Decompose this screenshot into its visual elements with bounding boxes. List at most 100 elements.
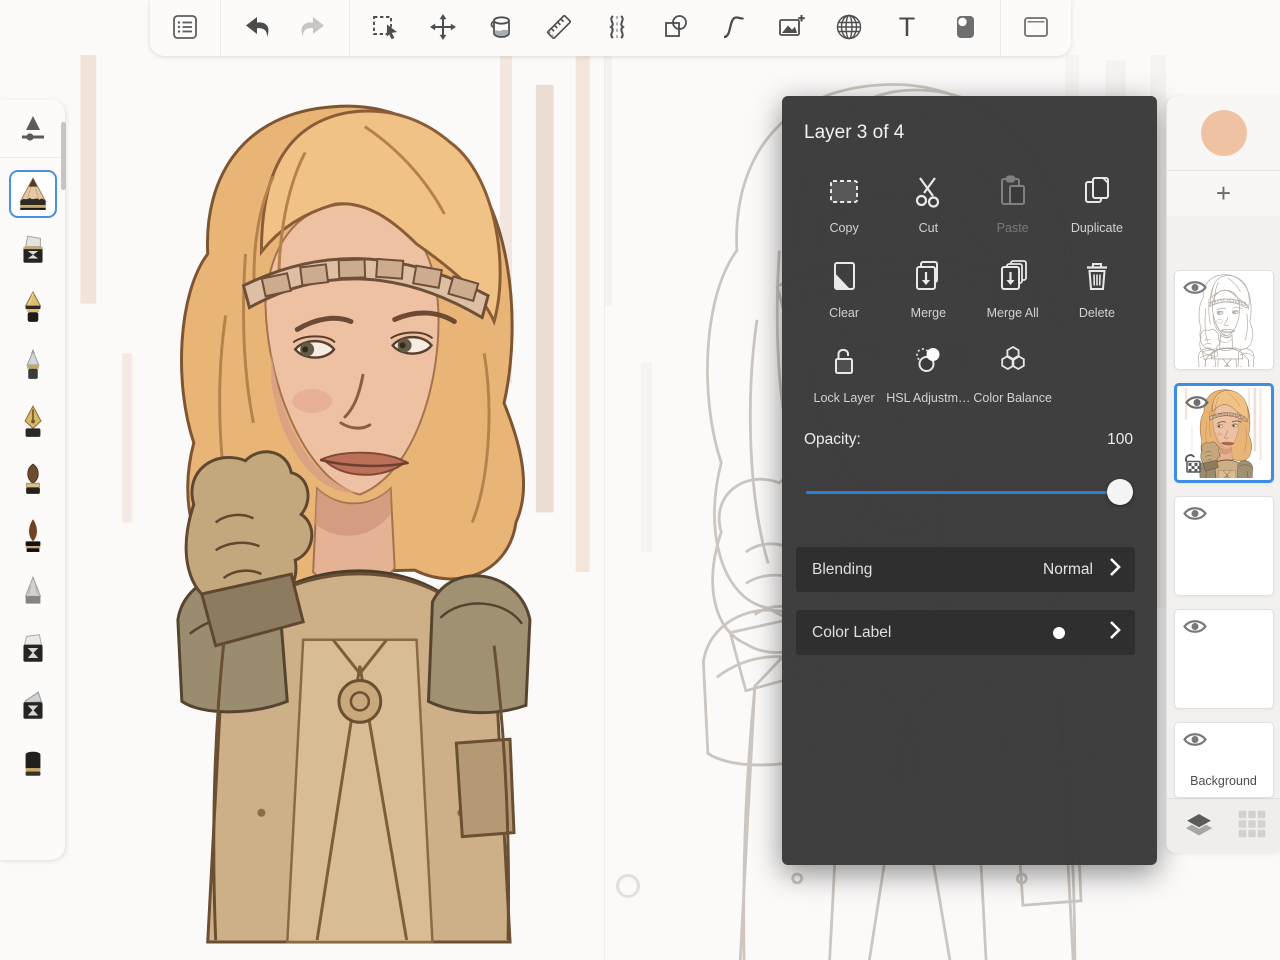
layers-stack-icon <box>1181 809 1217 842</box>
rect-select-tool[interactable] <box>356 6 414 50</box>
add-layer-button[interactable]: + <box>1167 171 1280 216</box>
visibility-eye-icon[interactable] <box>1185 394 1209 411</box>
background-layer-label: Background <box>1175 774 1273 788</box>
brush-toolbar-scrollbar[interactable] <box>61 122 66 190</box>
layers-view-button[interactable] <box>1181 809 1217 842</box>
transform-arrows-icon <box>428 12 458 45</box>
opacity-slider-thumb[interactable] <box>1107 479 1133 505</box>
shape-tool[interactable] <box>646 6 704 50</box>
stroke-curve-tool[interactable] <box>704 6 762 50</box>
fill-tool[interactable] <box>472 6 530 50</box>
layer-card-painted-selected[interactable] <box>1174 383 1274 483</box>
brush-airbrush[interactable] <box>9 284 57 332</box>
layer-card-empty[interactable] <box>1174 609 1274 709</box>
copy-action[interactable]: Copy <box>802 174 886 235</box>
charcoal-icon <box>15 574 51 613</box>
brush-size-button[interactable] <box>0 100 65 158</box>
cut-action[interactable]: Cut <box>886 174 970 235</box>
pencil-icon <box>15 175 51 214</box>
brush-pointed[interactable] <box>9 512 57 560</box>
undo-arrow-icon <box>241 12 271 45</box>
shapes-icon <box>660 12 690 45</box>
angled-marker-icon <box>15 688 51 727</box>
color-label-dot <box>1053 627 1065 639</box>
corner-pin-tool[interactable] <box>936 6 994 50</box>
add-image-tool[interactable] <box>762 6 820 50</box>
chevron-right-icon <box>1109 620 1121 645</box>
opacity-slider[interactable] <box>806 479 1129 505</box>
brush-fountain-nib[interactable] <box>9 398 57 446</box>
delete-action[interactable]: Delete <box>1055 259 1139 320</box>
brush-ballpoint[interactable] <box>9 341 57 389</box>
clipboard-icon <box>993 174 1033 213</box>
redo-button[interactable] <box>285 6 343 50</box>
copy-selection-icon <box>824 174 864 213</box>
symmetry-icon <box>602 12 632 45</box>
opacity-value: 100 <box>1107 431 1133 449</box>
brush-charcoal[interactable] <box>9 569 57 617</box>
color-balance-action[interactable]: Color Balance <box>971 344 1055 405</box>
round-brush-icon <box>15 460 51 499</box>
canvas-panel-icon <box>1021 12 1051 45</box>
blending-row[interactable]: Blending Normal <box>796 547 1135 592</box>
color-swatch-button[interactable] <box>1167 96 1280 171</box>
canvas-panel-button[interactable] <box>1007 6 1065 50</box>
airbrush-icon <box>15 289 51 328</box>
redo-arrow-icon <box>299 12 329 45</box>
duplicate-pages-icon <box>1077 174 1117 213</box>
undo-button[interactable] <box>227 6 285 50</box>
fountain-nib-icon <box>15 403 51 442</box>
brush-toolbar <box>0 100 65 860</box>
chisel-marker-icon <box>15 631 51 670</box>
curve-icon <box>718 12 748 45</box>
visibility-eye-icon[interactable] <box>1183 618 1207 635</box>
grid-view-button[interactable] <box>1237 809 1267 842</box>
text-t-icon: T <box>892 12 922 45</box>
current-color-swatch <box>1201 110 1247 156</box>
visibility-eye-icon[interactable] <box>1183 731 1207 748</box>
ruler-icon <box>544 12 574 45</box>
layer-card-sketch[interactable] <box>1174 270 1274 370</box>
menu-button[interactable] <box>156 6 214 50</box>
brush-angled-marker[interactable] <box>9 683 57 731</box>
brush-flat-marker[interactable] <box>9 227 57 275</box>
brush-eraser[interactable] <box>9 740 57 788</box>
layers-panel-footer <box>1167 798 1280 853</box>
pointed-brush-icon <box>15 517 51 556</box>
brush-chisel-marker[interactable] <box>9 626 57 674</box>
color-label-label: Color Label <box>812 624 891 642</box>
color-label-row[interactable]: Color Label <box>796 610 1135 655</box>
flat-marker-icon <box>15 232 51 271</box>
rect-select-icon <box>370 12 400 45</box>
visibility-eye-icon[interactable] <box>1183 279 1207 296</box>
clear-action[interactable]: Clear <box>802 259 886 320</box>
symmetry-tool[interactable] <box>588 6 646 50</box>
lock-layer-action[interactable]: Lock Layer <box>802 344 886 405</box>
visibility-eye-icon[interactable] <box>1183 505 1207 522</box>
layer-card-empty[interactable] <box>1174 496 1274 596</box>
ruler-tool[interactable] <box>530 6 588 50</box>
merge-all-icon <box>993 259 1033 298</box>
paste-action[interactable]: Paste <box>971 174 1055 235</box>
trash-icon <box>1077 259 1117 298</box>
duplicate-action[interactable]: Duplicate <box>1055 174 1139 235</box>
merge-all-action[interactable]: Merge All <box>971 259 1055 320</box>
opacity-slider-track[interactable] <box>806 491 1129 494</box>
perspective-tool[interactable] <box>820 6 878 50</box>
merge-down-icon <box>908 259 948 298</box>
alpha-lock-icon <box>1183 452 1203 474</box>
transform-tool[interactable] <box>414 6 472 50</box>
menu-list-icon <box>170 12 200 45</box>
perspective-globe-icon <box>834 12 864 45</box>
layer-actions-grid: Copy Cut Paste Duplicate Clear Merge <box>802 174 1139 405</box>
layer-card-background[interactable]: Background <box>1174 722 1274 798</box>
hsl-circles-icon <box>908 344 948 383</box>
color-balance-hexagons-icon <box>993 344 1033 383</box>
brush-round[interactable] <box>9 455 57 503</box>
brush-pencil[interactable] <box>9 170 57 218</box>
text-tool[interactable]: T <box>878 6 936 50</box>
merge-action[interactable]: Merge <box>886 259 970 320</box>
split-view-handle[interactable] <box>616 874 640 898</box>
hsl-adjustment-action[interactable]: HSL Adjustm… <box>886 344 970 405</box>
layer-menu-title: Layer 3 of 4 <box>804 122 1139 144</box>
